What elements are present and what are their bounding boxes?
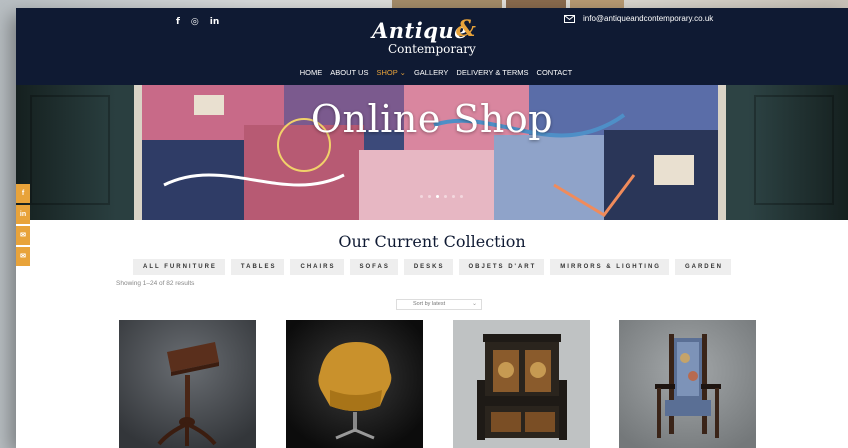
side-share-bar: f in ✉ ✉ <box>16 184 30 266</box>
product-card[interactable] <box>286 320 423 448</box>
product-card[interactable] <box>619 320 756 448</box>
share-facebook-icon[interactable]: f <box>16 184 30 203</box>
sort-select[interactable]: Sort by latest ⌄ <box>396 299 482 310</box>
social-links: f ◎ in <box>176 17 219 27</box>
slider-dot-active[interactable] <box>436 195 439 198</box>
logo-wordmark: Antique <box>372 18 469 43</box>
category-tables[interactable]: TABLES <box>230 259 285 275</box>
nav-item-home[interactable]: HOME <box>300 68 323 77</box>
category-mirrors-lighting[interactable]: MIRRORS & LIGHTING <box>550 259 669 275</box>
nav-item-about[interactable]: ABOUT US <box>330 68 368 77</box>
logo-ampersand: & <box>456 16 476 42</box>
product-image-tapestry-armchair <box>619 320 756 448</box>
product-image-swan-chair <box>286 320 423 448</box>
results-count: Showing 1–24 of 82 results <box>116 280 195 287</box>
slider-dot[interactable] <box>460 195 463 198</box>
share-linkedin-icon[interactable]: in <box>16 205 30 224</box>
nav-item-gallery[interactable]: GALLERY <box>414 68 448 77</box>
product-image-reading-stand <box>119 320 256 448</box>
category-chairs[interactable]: CHAIRS <box>290 259 344 275</box>
slider-dot[interactable] <box>428 195 431 198</box>
slider-dot[interactable] <box>452 195 455 198</box>
chevron-down-icon: ⌄ <box>471 301 477 307</box>
instagram-icon[interactable]: ◎ <box>191 17 199 27</box>
screenshot-stage: f ◎ in Antique & Contemporary info@antiq… <box>0 0 848 448</box>
hero-banner: Online Shop <box>16 85 848 220</box>
category-all-furniture[interactable]: ALL FURNITURE <box>133 259 225 275</box>
product-card[interactable] <box>119 320 256 448</box>
slider-dot[interactable] <box>420 195 423 198</box>
product-card[interactable] <box>453 320 590 448</box>
nav-item-shop[interactable]: SHOP ⌄ <box>376 68 406 77</box>
website-page: f ◎ in Antique & Contemporary info@antiq… <box>16 8 848 448</box>
category-sofas[interactable]: SOFAS <box>349 259 398 275</box>
category-garden[interactable]: GARDEN <box>674 259 731 275</box>
slider-dot[interactable] <box>444 195 447 198</box>
email-address: info@antiqueandcontemporary.co.uk <box>583 14 714 23</box>
category-objets-dart[interactable]: OBJETS D'ART <box>458 259 545 275</box>
main-nav: HOME ABOUT US SHOP ⌄ GALLERY DELIVERY & … <box>16 68 848 77</box>
category-desks[interactable]: DESKS <box>403 259 453 275</box>
site-logo[interactable]: Antique & Contemporary <box>364 16 524 58</box>
site-header: f ◎ in Antique & Contemporary info@antiq… <box>16 8 848 86</box>
logo-subtitle: Contemporary <box>388 42 476 56</box>
linkedin-icon[interactable]: in <box>210 17 220 27</box>
hero-title: Online Shop <box>310 97 554 141</box>
email-link[interactable]: info@antiqueandcontemporary.co.uk <box>564 14 713 23</box>
envelope-icon <box>564 14 575 23</box>
nav-item-delivery[interactable]: DELIVERY & TERMS <box>456 68 528 77</box>
collection-title: Our Current Collection <box>338 232 526 251</box>
sort-value: Sort by latest <box>413 301 446 307</box>
nav-item-contact[interactable]: CONTACT <box>537 68 573 77</box>
category-filters: ALL FURNITURE TABLES CHAIRS SOFAS DESKS … <box>16 259 848 275</box>
slider-dots <box>420 195 463 198</box>
facebook-icon[interactable]: f <box>176 17 180 27</box>
product-image-carved-settle <box>453 320 590 448</box>
